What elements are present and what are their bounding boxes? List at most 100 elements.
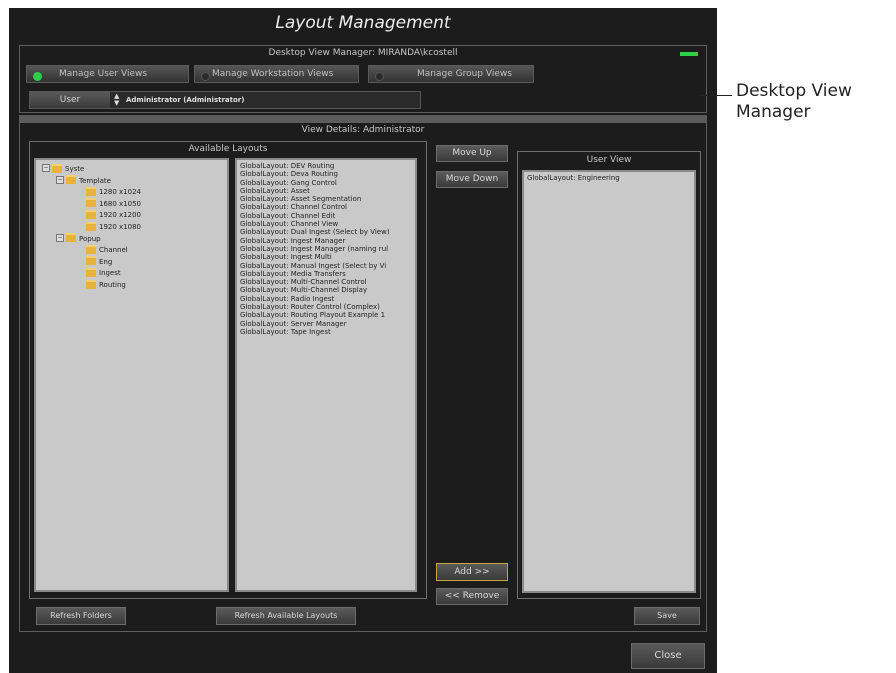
layout-list-item[interactable]: GlobalLayout: Multi-Channel Control <box>237 278 415 286</box>
refresh-folders-label: Refresh Folders <box>50 611 112 620</box>
layout-list-item[interactable]: GlobalLayout: Routing Playout Example 1 <box>237 311 415 319</box>
layout-list-item[interactable]: GlobalLayout: Router Control (Complex) <box>237 303 415 311</box>
tree-node[interactable]: − Template <box>56 175 111 187</box>
user-label: User <box>30 92 110 108</box>
callout-line1: Desktop View <box>736 81 852 101</box>
refresh-folders-button[interactable]: Refresh Folders <box>36 607 126 625</box>
callout-label: Desktop View Manager <box>736 81 852 123</box>
tree-node[interactable]: Eng <box>86 256 113 268</box>
user-label-text: User <box>59 95 81 105</box>
manage-group-views-label: Manage Group Views <box>417 69 512 79</box>
collapse-icon[interactable]: − <box>56 233 64 242</box>
user-view-list-item[interactable]: GlobalLayout: Engineering <box>524 174 694 182</box>
callout-line <box>700 95 732 96</box>
tree-node-label: 1920 x1200 <box>99 211 141 220</box>
tree-node[interactable]: 1280 x1024 <box>86 186 141 198</box>
tree-node[interactable]: 1920 x1200 <box>86 209 141 221</box>
layout-list-item[interactable]: GlobalLayout: Multi-Channel Display <box>237 286 415 294</box>
available-layouts-group: Available Layouts − Syste − Template 1280 x1… <box>29 141 427 599</box>
tree-node-label: Eng <box>99 257 113 266</box>
layout-management-window: Layout Management Desktop View Manager: … <box>9 8 717 673</box>
folder-icon <box>86 209 96 219</box>
desktop-view-manager-header: Desktop View Manager: MIRANDA\kcostell <box>268 48 458 58</box>
folder-tree[interactable]: − Syste − Template 1280 x1024 1680 x1050 1920 … <box>34 158 229 592</box>
folder-icon <box>86 198 96 208</box>
user-view-list[interactable]: GlobalLayout: Engineering <box>522 170 696 593</box>
manage-workstation-views-label: Manage Workstation Views <box>212 69 334 79</box>
available-layouts-items: GlobalLayout: DEV Routing GlobalLayout: D… <box>237 162 415 336</box>
tree-node-label: 1280 x1024 <box>99 188 141 197</box>
tree-node[interactable]: Routing <box>86 279 126 291</box>
available-layouts-header: Available Layouts <box>188 144 268 154</box>
move-up-button[interactable]: Move Up <box>436 145 508 162</box>
radio-selected-icon <box>33 72 42 81</box>
tree-node[interactable]: 1680 x1050 <box>86 198 141 210</box>
layout-list-item[interactable]: GlobalLayout: Channel View <box>237 220 415 228</box>
layout-list-item[interactable]: GlobalLayout: Ingest Multi <box>237 253 415 261</box>
move-down-label: Move Down <box>445 174 499 184</box>
folder-icon <box>66 175 76 185</box>
layout-list-item[interactable]: GlobalLayout: Deva Routing <box>237 170 415 178</box>
spinner-arrows-icon[interactable]: ▲ ▼ <box>114 93 119 107</box>
layout-list-item[interactable]: GlobalLayout: Asset Segmentation <box>237 195 415 203</box>
manage-group-views-button[interactable]: Manage Group Views <box>368 65 534 83</box>
manage-user-views-label: Manage User Views <box>59 69 148 79</box>
tree-node-label: 1680 x1050 <box>99 199 141 208</box>
tree-node[interactable]: 1920 x1080 <box>86 221 141 233</box>
desktop-view-manager-panel: Desktop View Manager: MIRANDA\kcostell M… <box>19 45 707 113</box>
layout-list-item[interactable]: GlobalLayout: Gang Control <box>237 179 415 187</box>
tree-node-label: Syste <box>65 165 85 173</box>
collapse-icon[interactable]: − <box>56 175 64 184</box>
tree-node-label: Ingest <box>99 269 121 278</box>
tree-node[interactable]: − Popup <box>56 233 101 245</box>
layout-list-item[interactable]: GlobalLayout: Channel Control <box>237 203 415 211</box>
view-details-header: View Details: Administrator <box>301 125 425 135</box>
tree-node-label: Channel <box>99 246 128 255</box>
callout-line2: Manager <box>736 102 811 122</box>
refresh-layouts-label: Refresh Available Layouts <box>234 611 338 620</box>
layout-list-item[interactable]: GlobalLayout: Dual Ingest (Select by Vie… <box>237 228 415 236</box>
folder-icon <box>66 233 76 243</box>
section-divider <box>19 115 707 122</box>
manage-workstation-views-button[interactable]: Manage Workstation Views <box>194 65 359 83</box>
tree-node[interactable]: − Syste <box>42 163 85 175</box>
layout-list-item[interactable]: GlobalLayout: Ingest Manager <box>237 237 415 245</box>
add-button[interactable]: Add >> <box>436 563 508 581</box>
user-view-header: User View <box>586 155 632 165</box>
layout-list-item[interactable]: GlobalLayout: Media Transfers <box>237 270 415 278</box>
refresh-available-layouts-button[interactable]: Refresh Available Layouts <box>216 607 356 625</box>
remove-button[interactable]: << Remove <box>436 588 508 605</box>
user-view-items: GlobalLayout: Engineering <box>524 174 694 182</box>
radio-unselected-icon <box>375 72 384 81</box>
user-selector[interactable]: User ▲ ▼ Administrator (Administrator) <box>29 91 421 109</box>
folder-icon <box>86 279 96 289</box>
layout-list-item[interactable]: GlobalLayout: Asset <box>237 187 415 195</box>
radio-unselected-icon <box>201 72 210 81</box>
close-button[interactable]: Close <box>631 643 705 669</box>
folder-icon <box>86 244 96 254</box>
layout-list-item[interactable]: GlobalLayout: Tape Ingest <box>237 328 415 336</box>
tree-node[interactable]: Channel <box>86 244 128 256</box>
save-button[interactable]: Save <box>634 607 700 625</box>
folder-icon <box>86 186 96 196</box>
view-details-panel: View Details: Administrator Available La… <box>19 122 707 632</box>
layout-list-item[interactable]: GlobalLayout: Ingest Manager (naming rul <box>237 245 415 253</box>
layout-list-item[interactable]: GlobalLayout: DEV Routing <box>237 162 415 170</box>
tree-node[interactable]: Ingest <box>86 267 121 279</box>
layout-list-item[interactable]: GlobalLayout: Manual Ingest (Select by V… <box>237 262 415 270</box>
folder-icon <box>86 221 96 231</box>
tree-node-label: Routing <box>99 281 126 289</box>
add-label: Add >> <box>454 567 490 577</box>
collapse-icon[interactable]: − <box>42 164 50 172</box>
layout-list-item[interactable]: GlobalLayout: Server Manager <box>237 320 415 328</box>
layout-list-item[interactable]: GlobalLayout: Radio Ingest <box>237 295 415 303</box>
available-layouts-list[interactable]: GlobalLayout: DEV Routing GlobalLayout: D… <box>235 158 417 592</box>
manage-user-views-button[interactable]: Manage User Views <box>26 65 189 83</box>
move-up-label: Move Up <box>452 148 492 158</box>
layout-list-item[interactable]: GlobalLayout: Channel Edit <box>237 212 415 220</box>
user-view-group: User View GlobalLayout: Engineering <box>517 151 701 599</box>
tree-node-label: Popup <box>79 234 101 243</box>
remove-label: << Remove <box>444 591 500 601</box>
user-value: Administrator (Administrator) <box>126 96 245 104</box>
move-down-button[interactable]: Move Down <box>436 171 508 188</box>
